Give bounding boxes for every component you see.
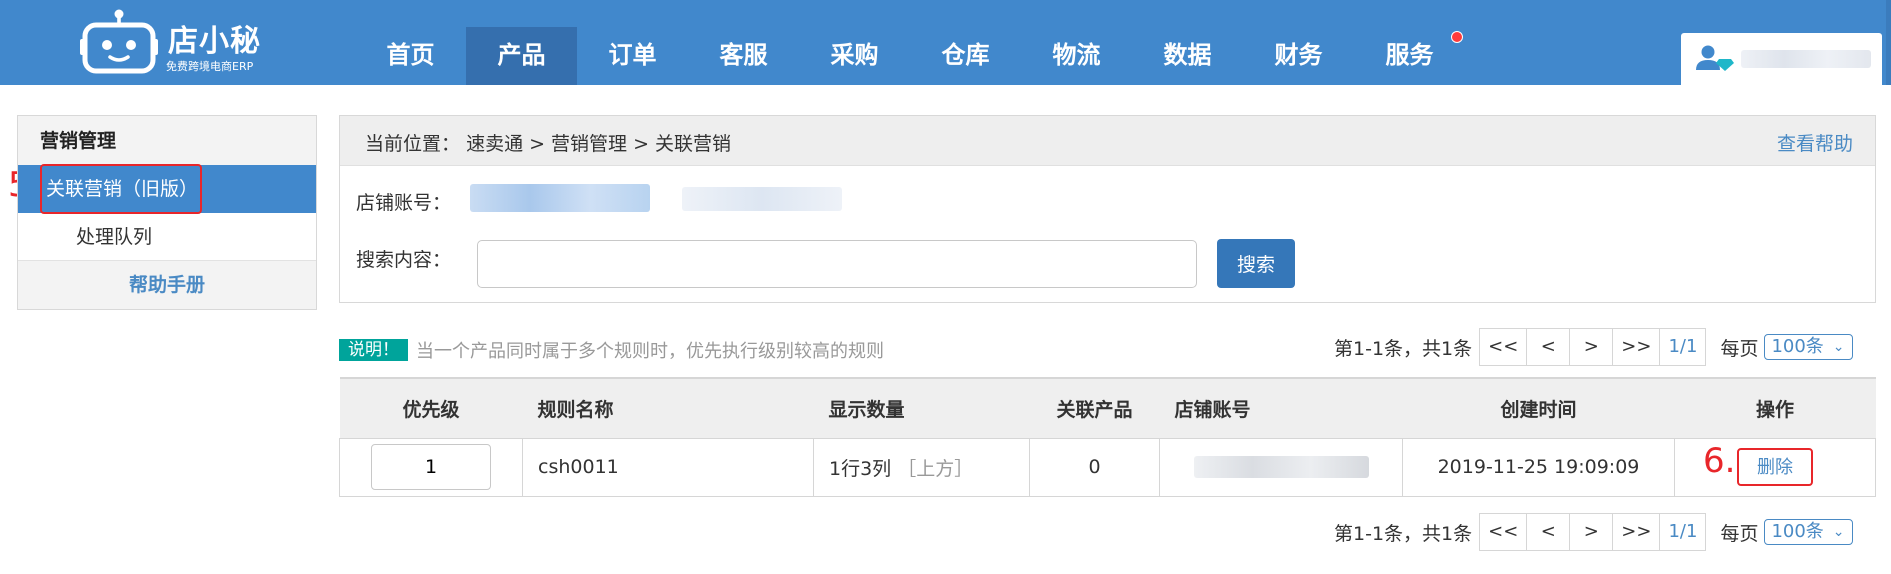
shop-account-option-redacted[interactable] (682, 187, 842, 211)
nav-item-data[interactable]: 数据 (1132, 27, 1243, 85)
pagination-info: 第1-1条，共1条 (1334, 522, 1473, 545)
first-page-button[interactable]: << (1479, 328, 1528, 366)
header-created-time: 创建时间 (1402, 377, 1675, 439)
nav-item-services-label: 服务 (1385, 41, 1434, 69)
header-display-count: 显示数量 (813, 377, 1030, 439)
search-input[interactable] (477, 240, 1197, 288)
related-products-count[interactable]: 0 (1029, 437, 1160, 497)
filter-panel: 当前位置： 速卖通 > 营销管理 > 关联营销 查看帮助 店铺账号： 搜索内容：… (339, 115, 1876, 303)
last-page-button[interactable]: >> (1612, 328, 1661, 366)
table-header-row: 优先级 规则名称 显示数量 关联产品 店铺账号 创建时间 操作 (339, 377, 1876, 439)
annotation-step-6: 6. (1703, 441, 1736, 481)
sidebar-item-processing-queue[interactable]: 处理队列 (18, 213, 316, 261)
rules-table: 优先级 规则名称 显示数量 关联产品 店铺账号 创建时间 操作 csh0011 … (339, 377, 1876, 497)
note-text: 当一个产品同时属于多个规则时，优先执行级别较高的规则 (416, 341, 884, 362)
top-navigation-bar: 店小秘 免费跨境电商ERP 首页 产品 订单 客服 采购 仓库 物流 数据 财务… (0, 0, 1891, 85)
rule-name-cell: csh0011 (522, 437, 814, 497)
user-account-menu[interactable] (1681, 33, 1882, 85)
table-row: csh0011 1行3列 ［上方］ 0 2019-11-25 19:09:09 … (339, 437, 1876, 497)
user-vip-icon (1696, 45, 1734, 71)
header-rule-name: 规则名称 (522, 377, 814, 439)
display-count-value: 1行3列 (829, 457, 892, 480)
sidebar: 营销管理 关联营销（旧版） 处理队列 帮助手册 (17, 115, 317, 310)
delete-button[interactable]: 删除 (1737, 448, 1813, 486)
created-time-cell: 2019-11-25 19:09:09 (1402, 437, 1675, 497)
header-related-products: 关联产品 (1029, 377, 1160, 439)
priority-input[interactable] (371, 444, 491, 490)
per-page-select[interactable]: 100条 ⌄ (1764, 334, 1854, 360)
current-page: 1/1 (1659, 513, 1707, 551)
display-position-value: ［上方］ (897, 457, 974, 480)
note-tag: 说明！ (339, 339, 408, 361)
notification-dot (1451, 31, 1463, 43)
display-count-cell: 1行3列 ［上方］ (813, 437, 1030, 497)
next-page-button[interactable]: > (1569, 328, 1614, 366)
header-shop-account: 店铺账号 (1159, 377, 1403, 439)
robot-logo-icon (80, 9, 158, 74)
nav-item-customer-service[interactable]: 客服 (688, 27, 799, 85)
prev-page-button[interactable]: < (1526, 328, 1571, 366)
topbar-edge (1886, 0, 1891, 85)
search-label: 搜索内容： (356, 249, 452, 271)
next-page-button[interactable]: > (1569, 513, 1614, 551)
brand-tagline: 免费跨境电商ERP (166, 60, 254, 73)
help-manual-link[interactable]: 帮助手册 (18, 261, 316, 309)
brand-logo[interactable]: 店小秘 免费跨境电商ERP (80, 6, 280, 78)
pagination-bottom: 第1-1条，共1条 << < > >> 1/1 每页 100条 ⌄ (1334, 512, 1854, 552)
shop-account-selected-redacted[interactable] (470, 184, 650, 212)
breadcrumb-path: 速卖通 > 营销管理 > 关联营销 (466, 133, 732, 155)
nav-item-warehouse[interactable]: 仓库 (910, 27, 1021, 85)
current-page: 1/1 (1659, 328, 1707, 366)
annotation-highlight-box (40, 164, 202, 214)
sidebar-title: 营销管理 (18, 116, 316, 165)
nav-item-finance[interactable]: 财务 (1243, 27, 1354, 85)
nav-item-services[interactable]: 服务 (1354, 27, 1465, 85)
nav-item-purchasing[interactable]: 采购 (799, 27, 910, 85)
pagination-top: 第1-1条，共1条 << < > >> 1/1 每页 100条 ⌄ (1334, 327, 1854, 367)
nav-item-products[interactable]: 产品 (466, 27, 577, 85)
view-help-link[interactable]: 查看帮助 (1777, 129, 1853, 156)
per-page-label: 每页 (1720, 337, 1759, 360)
priority-cell (339, 437, 523, 497)
shop-account-label: 店铺账号： (356, 192, 452, 214)
first-page-button[interactable]: << (1479, 513, 1528, 551)
main-nav: 首页 产品 订单 客服 采购 仓库 物流 数据 财务 服务 (355, 27, 1465, 85)
nav-item-home[interactable]: 首页 (355, 27, 466, 85)
last-page-button[interactable]: >> (1612, 513, 1661, 551)
shop-account-redacted (1193, 456, 1369, 479)
nav-item-orders[interactable]: 订单 (577, 27, 688, 85)
per-page-value: 100条 (1771, 336, 1824, 357)
breadcrumb-bar: 当前位置： 速卖通 > 营销管理 > 关联营销 查看帮助 (340, 116, 1875, 166)
shop-account-cell (1159, 437, 1403, 497)
brand-name: 店小秘 (168, 24, 261, 59)
breadcrumb-prefix: 当前位置： (365, 133, 461, 155)
username-redacted (1741, 50, 1871, 68)
per-page-label: 每页 (1720, 522, 1759, 545)
info-note: 说明！ 当一个产品同时属于多个规则时，优先执行级别较高的规则 (339, 339, 884, 362)
per-page-select[interactable]: 100条 ⌄ (1764, 519, 1854, 545)
sidebar-item-related-marketing-legacy[interactable]: 关联营销（旧版） (18, 164, 316, 214)
breadcrumb: 当前位置： 速卖通 > 营销管理 > 关联营销 (365, 129, 731, 156)
per-page-value: 100条 (1771, 521, 1824, 542)
chevron-down-icon: ⌄ (1832, 524, 1845, 540)
pagination-info: 第1-1条，共1条 (1334, 337, 1473, 360)
search-button[interactable]: 搜索 (1217, 239, 1295, 288)
header-priority: 优先级 (339, 377, 523, 439)
nav-item-logistics[interactable]: 物流 (1021, 27, 1132, 85)
header-actions: 操作 (1674, 377, 1876, 439)
chevron-down-icon: ⌄ (1832, 339, 1845, 355)
prev-page-button[interactable]: < (1526, 513, 1571, 551)
